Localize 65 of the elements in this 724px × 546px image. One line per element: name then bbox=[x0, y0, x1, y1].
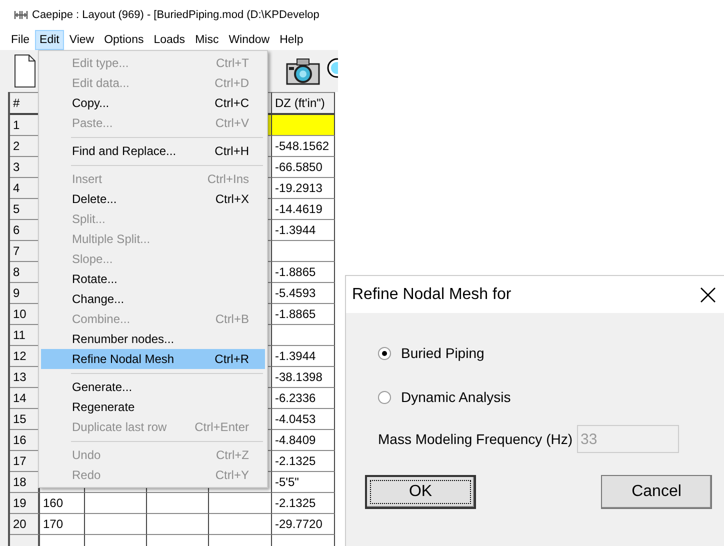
table-cell: 160 bbox=[40, 493, 85, 514]
table-cell: 170 bbox=[40, 514, 85, 535]
row-number: 1 bbox=[10, 115, 40, 136]
menu-item[interactable]: Options bbox=[99, 30, 149, 50]
menu-item[interactable]: Delete... Ctrl+X bbox=[41, 189, 265, 209]
menu-item[interactable]: Change... bbox=[41, 289, 265, 309]
table-cell: -2.1325 bbox=[272, 493, 335, 514]
menu-item[interactable]: Help bbox=[274, 30, 308, 50]
row-number: 18 bbox=[10, 472, 40, 493]
table-cell: -6.2336 bbox=[272, 388, 335, 409]
menu-item[interactable]: Loads bbox=[148, 30, 190, 50]
menu-item[interactable]: Find and Replace... Ctrl+H bbox=[41, 141, 265, 161]
table-cell: -66.5850 bbox=[272, 157, 335, 178]
row-number: 6 bbox=[10, 220, 40, 241]
menu-item[interactable]: Rotate... bbox=[41, 269, 265, 289]
table-cell: -29.7720 bbox=[272, 514, 335, 535]
row-number: 10 bbox=[10, 304, 40, 325]
table-cell: -2.1325 bbox=[272, 451, 335, 472]
table-cell: -38.1398 bbox=[272, 367, 335, 388]
menu-item[interactable]: Misc bbox=[190, 30, 224, 50]
row-number: 17 bbox=[10, 451, 40, 472]
menu-item[interactable]: Edit bbox=[34, 30, 64, 50]
table-cell: -4.0453 bbox=[272, 409, 335, 430]
dialog-button[interactable]: Cancel bbox=[601, 475, 712, 509]
menu-item[interactable]: Renumber nodes... bbox=[41, 329, 265, 349]
row-number: 2 bbox=[10, 136, 40, 157]
table-cell: -1.8865 bbox=[272, 262, 335, 283]
row-number: 8 bbox=[10, 262, 40, 283]
radio-label: Dynamic Analysis bbox=[401, 389, 511, 405]
table-cell: -1.3944 bbox=[272, 346, 335, 367]
table-cell: -19.2913 bbox=[272, 178, 335, 199]
table-cell: -4.8409 bbox=[272, 430, 335, 451]
column-header: # bbox=[10, 92, 40, 115]
row-number: 11 bbox=[10, 325, 40, 346]
row-number: 20 bbox=[10, 514, 40, 535]
row-number: 3 bbox=[10, 157, 40, 178]
table-cell: -5'5" bbox=[272, 472, 335, 493]
row-number: 7 bbox=[10, 241, 40, 262]
radio-label: Buried Piping bbox=[401, 345, 484, 361]
row-number: 13 bbox=[10, 367, 40, 388]
table-cell: -548.1562 bbox=[272, 136, 335, 157]
dialog-button[interactable]: OK bbox=[365, 475, 476, 509]
menu-item[interactable]: Window bbox=[224, 30, 275, 50]
field-label: Mass Modeling Frequency (Hz) bbox=[378, 431, 573, 447]
table-cell: -14.4619 bbox=[272, 199, 335, 220]
table-cell: -5.4593 bbox=[272, 283, 335, 304]
table-cell: -1.8865 bbox=[272, 304, 335, 325]
row-number: 14 bbox=[10, 388, 40, 409]
column-header: DZ (ft'in") bbox=[272, 92, 335, 115]
row-number: 15 bbox=[10, 409, 40, 430]
row-number: 12 bbox=[10, 346, 40, 367]
menu-item[interactable]: Regenerate bbox=[41, 397, 265, 417]
menu-item[interactable]: View bbox=[64, 30, 100, 50]
dialog-title: Refine Nodal Mesh for bbox=[352, 286, 512, 304]
row-number: 16 bbox=[10, 430, 40, 451]
menu-item[interactable]: Generate... bbox=[41, 377, 265, 397]
row-number: 5 bbox=[10, 199, 40, 220]
menu-item[interactable]: File bbox=[6, 30, 35, 50]
row-number: 9 bbox=[10, 283, 40, 304]
table-cell: -1.3944 bbox=[272, 220, 335, 241]
row-number: 4 bbox=[10, 178, 40, 199]
menu-item[interactable]: Refine Nodal Mesh Ctrl+R bbox=[41, 349, 265, 369]
window-title: Caepipe : Layout (969) - [BuriedPiping.mod (D:\KPDevelop bbox=[32, 9, 320, 21]
menu-item[interactable]: Copy... Ctrl+C bbox=[41, 93, 265, 113]
row-number: 19 bbox=[10, 493, 40, 514]
